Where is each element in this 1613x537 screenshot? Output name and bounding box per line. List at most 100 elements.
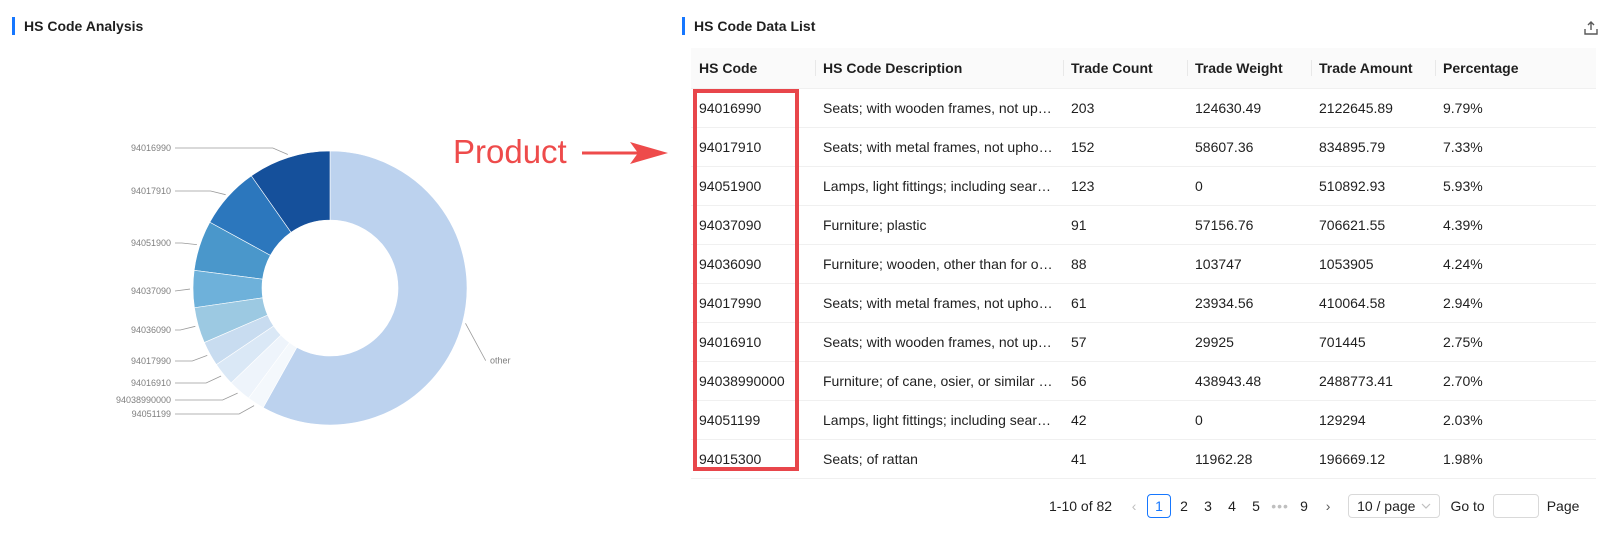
hs-code-cell: 94015300 [691,439,815,479]
hs-code-cell: 94038990000 [691,361,815,401]
hs-code-data-table: HS Code HS Code Description Trade Count … [691,48,1596,479]
column-header-description[interactable]: HS Code Description [815,48,1063,89]
percentage-cell: 9.79% [1435,88,1596,128]
slice-label-94036090: 94036090 [131,325,171,335]
trade-weight-cell: 0 [1187,166,1311,206]
table-row[interactable]: 94016910 Seats; with wooden frames, not u… [691,322,1596,362]
column-header-hs-code[interactable]: HS Code [691,48,815,89]
slice-label-94016910: 94016910 [131,378,171,388]
table-row[interactable]: 94015300 Seats; of rattan 41 11962.28 196669… [691,439,1596,479]
table-row[interactable]: 94051199 Lamps, light fittings; including… [691,400,1596,440]
trade-amount-cell: 2488773.41 [1311,361,1435,401]
slice-label-94051199: 94051199 [132,409,171,419]
description-cell: Furniture; plastic [815,205,1063,245]
trade-amount-cell: 701445 [1311,322,1435,362]
trade-amount-cell: 834895.79 [1311,127,1435,167]
trade-count-cell: 41 [1063,439,1187,479]
percentage-cell: 1.98% [1435,439,1596,479]
percentage-cell: 5.93% [1435,166,1596,206]
trade-amount-cell: 129294 [1311,400,1435,440]
trade-weight-cell: 124630.49 [1187,88,1311,128]
table-row[interactable]: 94037090 Furniture; plastic 91 57156.76 7066… [691,205,1596,245]
description-cell: Seats; with metal frames, not upholst... [815,283,1063,323]
panel-title-hs-code-analysis: HS Code Analysis [12,17,143,35]
percentage-cell: 2.70% [1435,361,1596,401]
trade-weight-cell: 438943.48 [1187,361,1311,401]
table-row[interactable]: 94016990 Seats; with wooden frames, not u… [691,88,1596,128]
hs-code-cell: 94037090 [691,205,815,245]
table-row[interactable]: 94036090 Furniture; wooden, other than fo… [691,244,1596,284]
table-row[interactable]: 94017910 Seats; with metal frames, not up… [691,127,1596,167]
description-cell: Seats; with wooden frames, not upho... [815,88,1063,128]
page-button-3[interactable]: 3 [1197,495,1219,517]
hs-code-cell: 94051900 [691,166,815,206]
percentage-cell: 2.75% [1435,322,1596,362]
leader-line-94017990 [175,354,208,362]
trade-amount-cell: 706621.55 [1311,205,1435,245]
trade-count-cell: 123 [1063,166,1187,206]
slice-label-94051900: 94051900 [131,238,171,248]
leader-line-94016990 [175,147,288,155]
trade-weight-cell: 29925 [1187,322,1311,362]
trade-count-cell: 42 [1063,400,1187,440]
leader-line-94051900 [175,242,197,246]
page-ellipsis[interactable]: ••• [1269,495,1291,517]
percentage-cell: 2.94% [1435,283,1596,323]
hs-code-cell: 94036090 [691,244,815,284]
page-button-1[interactable]: 1 [1147,494,1172,518]
leader-line-94051199 [175,405,255,415]
trade-weight-cell: 103747 [1187,244,1311,284]
percentage-cell: 2.03% [1435,400,1596,440]
page-button-2[interactable]: 2 [1173,495,1195,517]
annotation-arrow-icon [582,142,668,164]
trade-count-cell: 152 [1063,127,1187,167]
prev-page-icon[interactable]: ‹ [1123,495,1145,517]
table-row[interactable]: 94051900 Lamps, light fittings; including… [691,166,1596,206]
hs-code-cell: 94016910 [691,322,815,362]
page-label: Page [1546,498,1580,514]
description-cell: Seats; with wooden frames, not upho... [815,322,1063,362]
column-header-percentage[interactable]: Percentage [1435,48,1596,89]
hs-code-donut-chart: other 94016990 94017910 94051900 94037090 940… [116,143,511,426]
table-header-row: HS Code HS Code Description Trade Count … [691,48,1596,89]
leader-line-94036090 [175,325,196,331]
slice-label-94017990: 94017990 [131,356,171,366]
trade-weight-cell: 11962.28 [1187,439,1311,479]
column-header-trade-weight[interactable]: Trade Weight [1187,48,1311,89]
description-cell: Lamps, light fittings; including search.… [815,166,1063,206]
description-cell: Seats; with metal frames, not upholst... [815,127,1063,167]
next-page-icon[interactable]: › [1317,495,1339,517]
trade-weight-cell: 0 [1187,400,1311,440]
table-row[interactable]: 94017990 Seats; with metal frames, not up… [691,283,1596,323]
page-button-4[interactable]: 4 [1221,495,1243,517]
description-cell: Seats; of rattan [815,439,1063,479]
trade-count-cell: 91 [1063,205,1187,245]
page-size-value: 10 / page [1357,498,1416,514]
slice-label-94016990: 94016990 [131,143,171,153]
page-size-select[interactable]: 10 / page [1348,494,1441,518]
column-header-trade-amount[interactable]: Trade Amount [1311,48,1435,89]
page-button-5[interactable]: 5 [1245,495,1267,517]
goto-page-input[interactable] [1492,494,1539,518]
percentage-cell: 4.24% [1435,244,1596,284]
leader-line-other [465,323,486,361]
product-annotation-label: Product [453,133,567,170]
trade-count-cell: 61 [1063,283,1187,323]
hs-code-cell: 94017990 [691,283,815,323]
leader-line-94038990000 [175,392,238,401]
slice-label-other: other [490,355,511,365]
page-button-9[interactable]: 9 [1293,495,1315,517]
panel-title-hs-code-data-list: HS Code Data List [682,17,815,35]
trade-weight-cell: 58607.36 [1187,127,1311,167]
goto-label: Go to [1450,498,1485,514]
leader-line-94037090 [174,288,191,292]
trade-amount-cell: 410064.58 [1311,283,1435,323]
column-header-trade-count[interactable]: Trade Count [1063,48,1187,89]
trade-count-cell: 57 [1063,322,1187,362]
hs-code-cell: 94017910 [691,127,815,167]
table-row[interactable]: 94038990000 Furniture; of cane, osier, or… [691,361,1596,401]
trade-amount-cell: 510892.93 [1311,166,1435,206]
trade-weight-cell: 57156.76 [1187,205,1311,245]
slice-label-94017910: 94017910 [131,186,171,196]
export-icon[interactable] [1583,20,1599,36]
